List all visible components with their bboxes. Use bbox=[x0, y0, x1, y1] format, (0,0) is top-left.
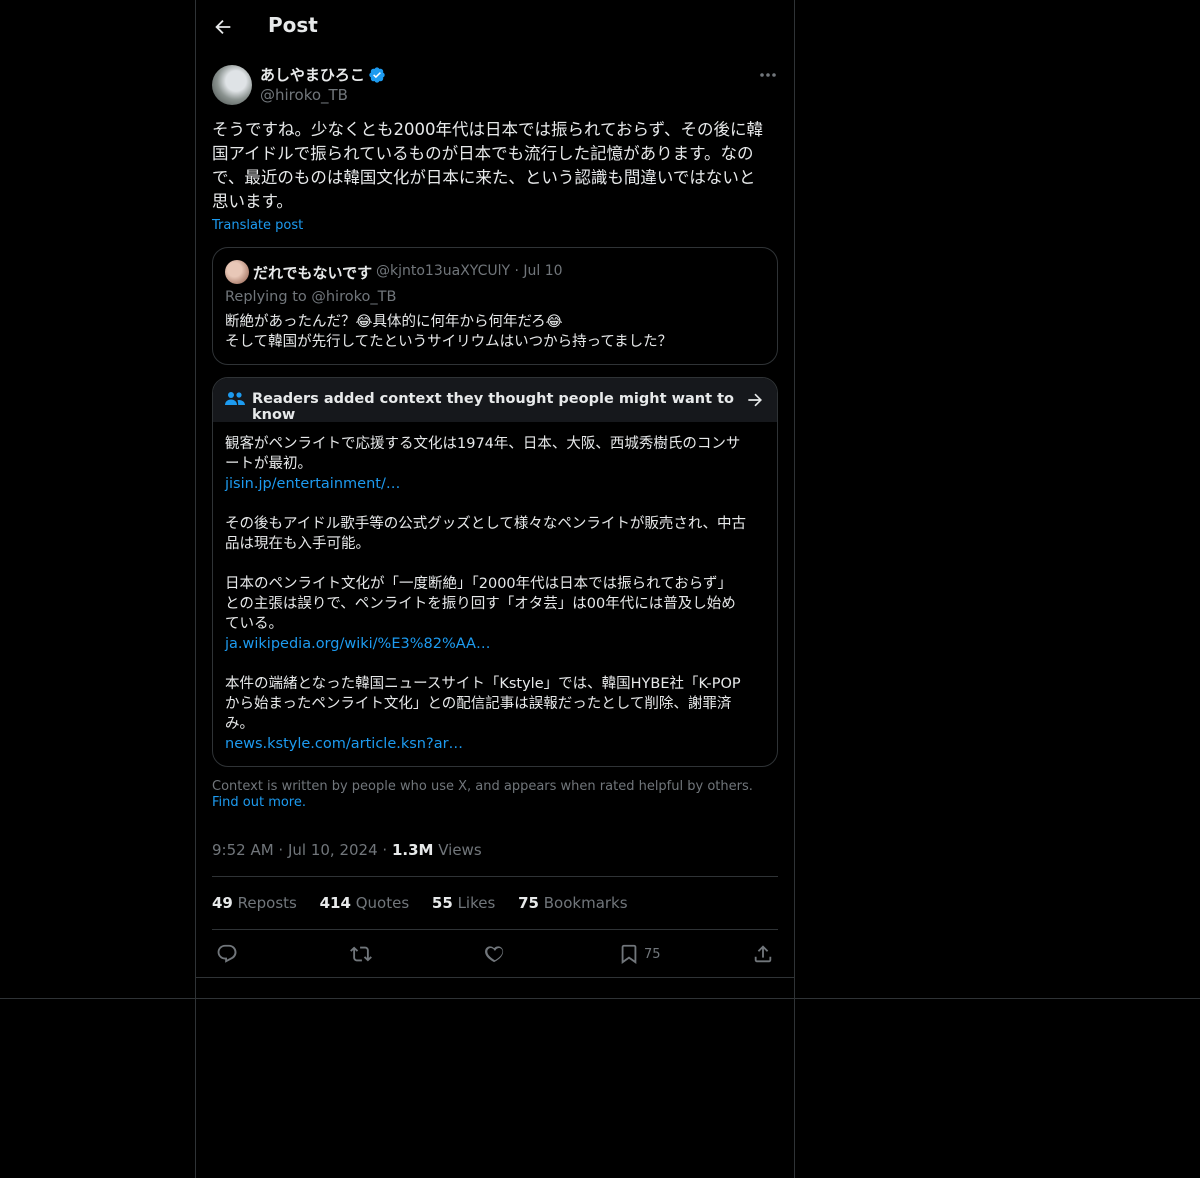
reposts-count: 49 bbox=[212, 894, 233, 912]
context-footer: Context is written by people who use X, … bbox=[212, 779, 778, 811]
footer-divider bbox=[0, 998, 1200, 999]
views-label: Views bbox=[438, 841, 482, 859]
community-note-header[interactable]: Readers added context they thought peopl… bbox=[213, 378, 777, 423]
likes-count: 55 bbox=[431, 894, 453, 912]
quotes-label: Quotes bbox=[355, 894, 410, 912]
more-icon[interactable] bbox=[758, 66, 778, 84]
post-time[interactable]: 9:52 AM bbox=[212, 841, 274, 859]
back-arrow-icon[interactable] bbox=[212, 16, 234, 38]
reply-icon[interactable] bbox=[216, 943, 238, 965]
verified-badge-icon[interactable] bbox=[368, 66, 386, 84]
quoted-text: 断絶があったんだ？😂具体的に何年から何年だろ😂 そして韓国が先行してたというサイ… bbox=[225, 314, 673, 350]
author-display-name[interactable]: あしやまひろこ bbox=[260, 64, 365, 85]
like-icon[interactable] bbox=[484, 943, 506, 965]
bookmarks-count: 75 bbox=[518, 894, 539, 912]
likes-stat[interactable]: 55 Likes bbox=[432, 894, 495, 912]
avatar[interactable] bbox=[212, 65, 252, 105]
community-note: Readers added context they thought peopl… bbox=[212, 377, 778, 767]
post-text: そうですね。少なくとも2000年代は日本では振られておらず、その後に韓 国アイド… bbox=[212, 120, 764, 211]
quoted-display-name: だれでもないです bbox=[253, 264, 373, 282]
note-paragraph-2: その後もアイドル歌手等の公式グッズとして様々なペンライトが販売され、中古 品は現… bbox=[225, 516, 746, 552]
quoted-post[interactable]: だれでもないです @kjnto13uaXYCUlY · Jul 10 Reply… bbox=[212, 247, 778, 365]
quotes-count: 414 bbox=[319, 894, 351, 912]
note-link-2[interactable]: ja.wikipedia.org/wiki/%E3%82%AA… bbox=[225, 634, 765, 654]
post-bottom-divider bbox=[195, 977, 795, 978]
author-handle[interactable]: @hiroko_TB bbox=[260, 86, 348, 104]
quoted-handle: @kjnto13uaXYCUlY bbox=[376, 263, 511, 279]
people-icon bbox=[225, 391, 245, 407]
post-stats: 49 Reposts 414 Quotes 55 Likes 75 Bookma… bbox=[212, 894, 646, 912]
community-note-body: 観客がペンライトで応援する文化は1974年、日本、大阪、西城秀樹氏のコンサ ート… bbox=[225, 434, 765, 754]
repost-icon[interactable] bbox=[350, 943, 372, 965]
likes-label: Likes bbox=[457, 894, 496, 912]
post-date[interactable]: Jul 10, 2024 bbox=[288, 841, 378, 859]
quoted-date: Jul 10 bbox=[523, 263, 563, 279]
note-link-3[interactable]: news.kstyle.com/article.ksn?ar… bbox=[225, 734, 765, 754]
community-note-title: Readers added context they thought peopl… bbox=[252, 391, 734, 423]
context-footer-text: Context is written by people who use X, … bbox=[212, 779, 753, 794]
note-link-1[interactable]: jisin.jp/entertainment/… bbox=[225, 474, 765, 494]
quoted-handle-date: @kjnto13uaXYCUlY · Jul 10 bbox=[376, 263, 563, 279]
note-paragraph-3: 日本のペンライト文化が「一度断絶」「2000年代は日本では振られておらず」 との… bbox=[225, 576, 736, 632]
quoted-replying-to: Replying to @hiroko_TB bbox=[225, 289, 397, 305]
page-title: Post bbox=[268, 13, 318, 37]
bookmark-icon[interactable] bbox=[618, 943, 640, 965]
reposts-stat[interactable]: 49 Reposts bbox=[212, 894, 297, 912]
note-paragraph-4: 本件の端緒となった韓国ニュースサイト「Kstyle」では、韓国HYBE社「K-P… bbox=[225, 676, 741, 732]
reposts-label: Reposts bbox=[237, 894, 297, 912]
quoted-avatar bbox=[225, 260, 249, 284]
bookmark-action-count: 75 bbox=[644, 947, 661, 962]
stats-top-divider bbox=[212, 876, 778, 877]
stats-bottom-divider bbox=[212, 929, 778, 930]
bookmarks-stat[interactable]: 75 Bookmarks bbox=[518, 894, 627, 912]
views-count: 1.3M bbox=[391, 841, 434, 859]
arrow-right-icon[interactable] bbox=[745, 390, 765, 410]
bookmarks-label: Bookmarks bbox=[543, 894, 628, 912]
translate-post-link[interactable]: Translate post bbox=[212, 218, 303, 233]
quotes-stat[interactable]: 414 Quotes bbox=[320, 894, 410, 912]
find-out-more-link[interactable]: Find out more. bbox=[212, 795, 306, 810]
post-meta: 9:52 AM · Jul 10, 2024 · 1.3M Views bbox=[212, 841, 482, 859]
share-icon[interactable] bbox=[752, 943, 774, 965]
note-paragraph-1: 観客がペンライトで応援する文化は1974年、日本、大阪、西城秀樹氏のコンサ ート… bbox=[225, 436, 741, 472]
